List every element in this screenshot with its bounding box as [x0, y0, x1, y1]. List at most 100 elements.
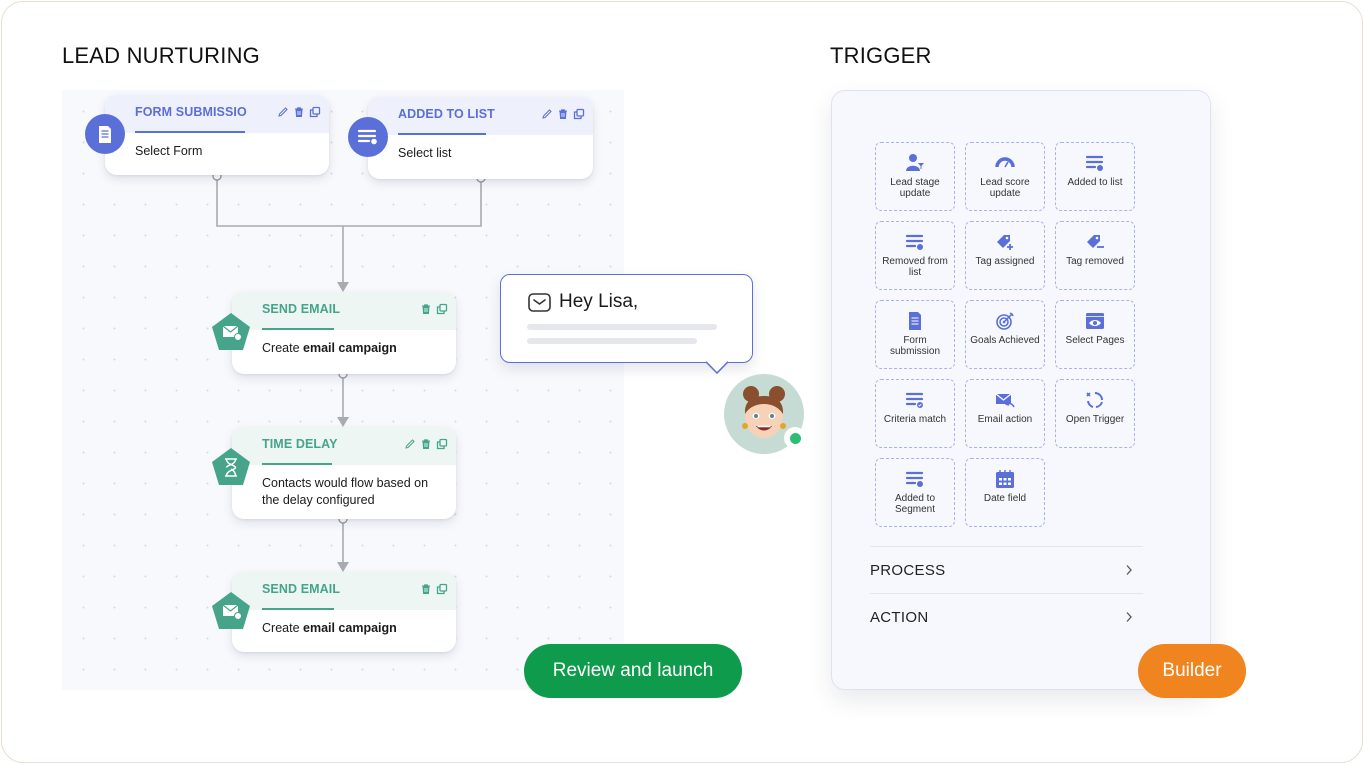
form-icon	[909, 312, 921, 330]
bubble-tail	[706, 361, 728, 375]
lead-nurturing-title: LEAD NURTURING	[62, 43, 260, 68]
node-body-prefix: Create	[262, 341, 303, 355]
tag-remove-icon	[1087, 235, 1104, 248]
trigger-tile-added-to-segment[interactable]: Added to Segment	[875, 458, 955, 527]
node-title: ADDED TO LIST	[398, 107, 495, 121]
node-title: SEND EMAIL	[262, 582, 341, 596]
node-body-bold: email campaign	[303, 341, 397, 355]
online-status-indicator	[784, 427, 806, 449]
trigger-tile-removed-from-list[interactable]: Removed from list	[875, 221, 955, 290]
tile-label: Added to Segment	[894, 493, 936, 515]
trigger-tile-tag-assigned[interactable]: Tag assigned	[965, 221, 1045, 290]
duplicate-icon[interactable]	[436, 303, 448, 315]
workflow-node-send-email-2[interactable]: SEND EMAIL Create email campaign	[232, 572, 456, 652]
email-icon	[212, 592, 250, 629]
segment-icon	[905, 471, 924, 487]
criteria-icon	[905, 392, 924, 408]
tag-add-icon	[997, 235, 1013, 250]
builder-button[interactable]: Builder	[1138, 644, 1246, 698]
duplicate-icon[interactable]	[436, 438, 448, 450]
tile-label: Criteria match	[883, 414, 947, 425]
node-title: SEND EMAIL	[262, 302, 341, 316]
email-action-icon	[995, 393, 1015, 408]
node-body: Contacts would flow based on the delay c…	[262, 476, 429, 507]
hourglass-icon	[212, 448, 250, 485]
title-underline	[135, 130, 245, 133]
placeholder-line	[527, 324, 717, 330]
tile-label: Email action	[977, 414, 1033, 425]
node-title: FORM SUBMISSION	[135, 105, 247, 119]
email-icon	[212, 313, 250, 350]
email-greeting: Hey Lisa,	[559, 291, 639, 312]
delete-icon[interactable]	[293, 106, 305, 118]
edit-icon[interactable]	[277, 106, 289, 118]
gauge-icon	[995, 157, 1015, 168]
tile-label: Tag assigned	[975, 256, 1035, 267]
tile-label: Open Trigger	[1065, 414, 1125, 425]
tile-label: Form submission	[889, 335, 941, 357]
node-body: Select Form	[135, 144, 203, 158]
chevron-right-icon	[1126, 612, 1132, 622]
action-section[interactable]: ACTION	[870, 593, 1143, 640]
tile-label: Removed from list	[882, 256, 948, 278]
trigger-panel: Lead stage update Lead score update Adde…	[831, 90, 1211, 690]
trigger-tile-select-pages[interactable]: Select Pages	[1055, 300, 1135, 369]
list-icon	[348, 117, 388, 157]
trigger-title: TRIGGER	[830, 43, 932, 68]
eye-page-icon	[1086, 313, 1104, 329]
cycle-icon	[1086, 392, 1103, 408]
mail-icon	[528, 293, 551, 312]
title-underline	[262, 607, 334, 610]
tile-label: Date field	[983, 493, 1027, 504]
target-icon	[996, 312, 1014, 330]
trigger-tile-form-submission[interactable]: Form submission	[875, 300, 955, 369]
list-remove-icon	[905, 234, 924, 250]
title-underline	[262, 327, 334, 330]
duplicate-icon[interactable]	[573, 108, 585, 120]
email-preview-bubble: Hey Lisa,	[500, 274, 753, 363]
trigger-tile-criteria-match[interactable]: Criteria match	[875, 379, 955, 448]
trigger-tile-lead-stage-update[interactable]: Lead stage update	[875, 142, 955, 211]
node-body: Select list	[398, 146, 452, 160]
lead-stage-icon	[906, 154, 924, 171]
action-label: ACTION	[870, 608, 929, 626]
workflow-node-send-email[interactable]: SEND EMAIL Create email campaign	[232, 292, 456, 374]
trigger-tile-date-field[interactable]: Date field	[965, 458, 1045, 527]
workflow-node-added-to-list[interactable]: ADDED TO LIST Select list	[368, 97, 593, 179]
placeholder-line	[527, 338, 697, 344]
review-and-launch-button[interactable]: Review and launch	[524, 644, 742, 698]
tile-label: Lead stage update	[890, 177, 940, 199]
tile-label: Added to list	[1067, 177, 1123, 188]
title-underline	[398, 132, 486, 135]
duplicate-icon[interactable]	[309, 106, 321, 118]
trigger-tile-goals-achieved[interactable]: Goals Achieved	[965, 300, 1045, 369]
delete-icon[interactable]	[420, 583, 432, 595]
delete-icon[interactable]	[420, 303, 432, 315]
workflow-node-time-delay[interactable]: TIME DELAY Contacts would flow based on …	[232, 427, 456, 519]
trigger-tile-added-to-list[interactable]: Added to list	[1055, 142, 1135, 211]
delete-icon[interactable]	[557, 108, 569, 120]
title-underline	[262, 462, 332, 465]
tile-label: Lead score update	[980, 177, 1030, 199]
chevron-right-icon	[1126, 565, 1132, 575]
node-body-prefix: Create	[262, 621, 303, 635]
trigger-tile-email-action[interactable]: Email action	[965, 379, 1045, 448]
node-body-bold: email campaign	[303, 621, 397, 635]
process-label: PROCESS	[870, 561, 946, 579]
form-icon	[85, 114, 125, 154]
trigger-grid: Lead stage update Lead score update Adde…	[875, 142, 1135, 527]
trigger-tile-lead-score-update[interactable]: Lead score update	[965, 142, 1045, 211]
edit-icon[interactable]	[541, 108, 553, 120]
edit-icon[interactable]	[404, 438, 416, 450]
delete-icon[interactable]	[420, 438, 432, 450]
node-title: TIME DELAY	[262, 437, 338, 451]
process-section[interactable]: PROCESS	[870, 546, 1143, 593]
tile-label: Select Pages	[1065, 335, 1125, 346]
trigger-tile-tag-removed[interactable]: Tag removed	[1055, 221, 1135, 290]
trigger-tile-open-trigger[interactable]: Open Trigger	[1055, 379, 1135, 448]
duplicate-icon[interactable]	[436, 583, 448, 595]
tile-label: Tag removed	[1066, 256, 1124, 267]
calendar-icon	[996, 470, 1014, 488]
list-add-icon	[1085, 155, 1104, 171]
workflow-node-form-submission[interactable]: FORM SUBMISSION Select Form	[105, 95, 329, 175]
